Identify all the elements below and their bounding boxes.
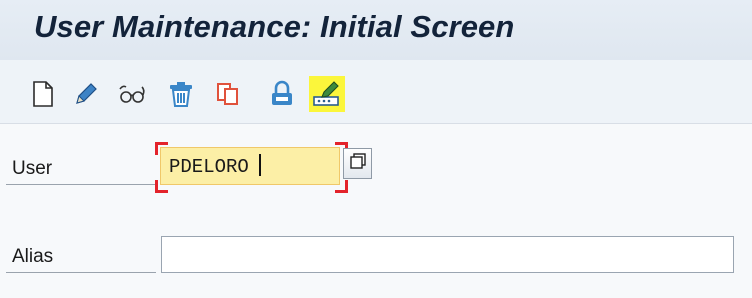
- pencil-icon: [73, 81, 99, 107]
- copy-icon: [215, 81, 241, 107]
- alias-label: Alias: [12, 246, 54, 267]
- delete-button[interactable]: [163, 76, 199, 112]
- alias-input[interactable]: [161, 236, 734, 273]
- create-button[interactable]: [25, 76, 61, 112]
- new-document-icon: [32, 81, 54, 107]
- value-help-button[interactable]: [343, 148, 372, 179]
- title-bar: User Maintenance: Initial Screen: [0, 0, 752, 60]
- user-input[interactable]: PDELORO: [160, 147, 340, 185]
- change-button[interactable]: [68, 76, 104, 112]
- display-button[interactable]: [114, 76, 150, 112]
- trash-icon: [168, 80, 194, 108]
- text-cursor: [258, 154, 261, 176]
- user-label: User: [12, 158, 53, 179]
- lock-unlock-button[interactable]: [264, 76, 300, 112]
- password-change-icon: [312, 80, 342, 108]
- padlock-icon: [269, 80, 295, 108]
- glasses-icon: [117, 81, 147, 107]
- user-input-value: PDELORO: [169, 156, 249, 178]
- application-toolbar: [0, 60, 752, 124]
- page-title: User Maintenance: Initial Screen: [34, 9, 515, 44]
- copy-button[interactable]: [210, 76, 246, 112]
- value-help-icon: [349, 153, 366, 174]
- alias-label-underline: [6, 272, 156, 273]
- change-password-button[interactable]: [309, 76, 345, 112]
- user-label-underline: [6, 184, 156, 185]
- selection-form: User PDELORO Alias: [0, 124, 752, 298]
